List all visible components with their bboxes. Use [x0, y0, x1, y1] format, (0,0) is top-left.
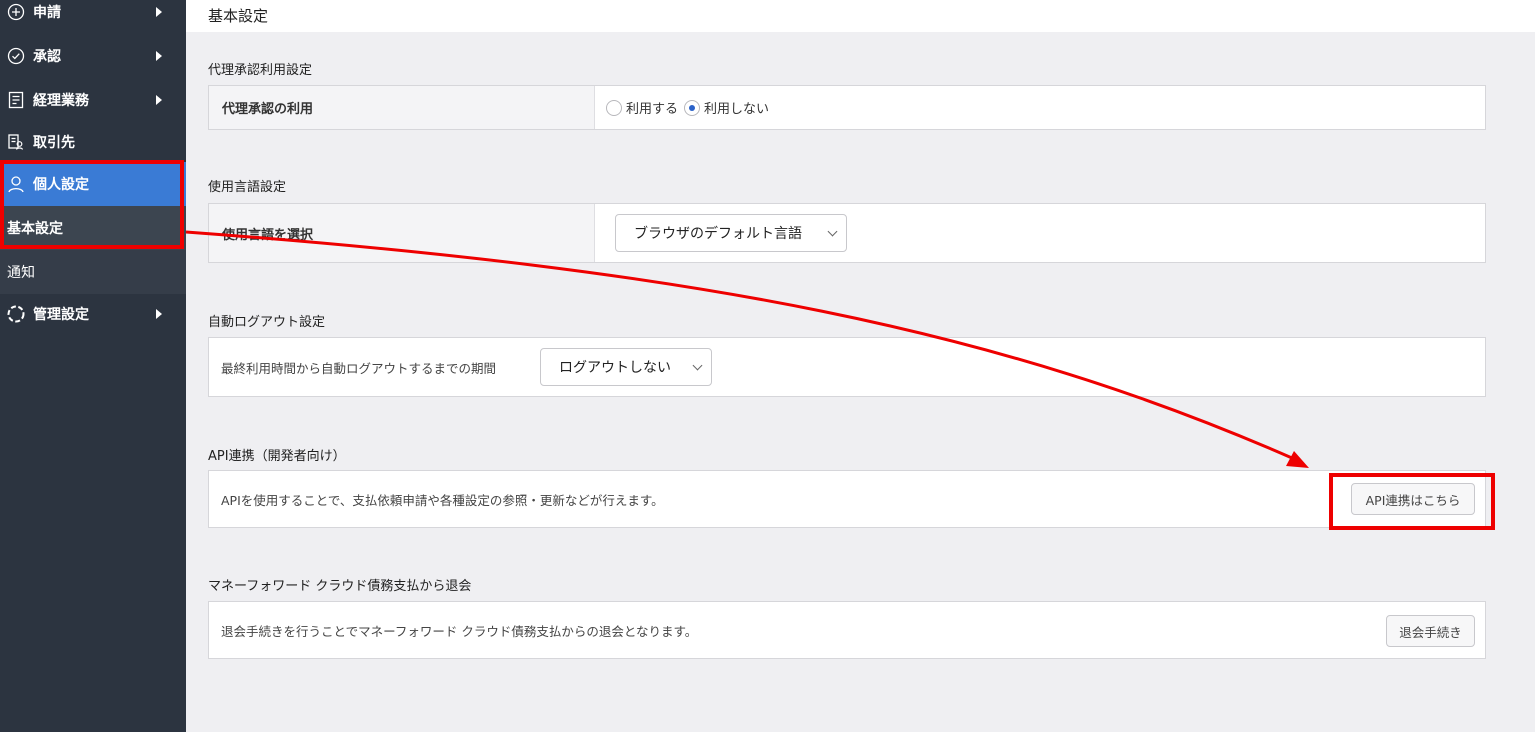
withdraw-description: 退会手続きを行うことでマネーフォワード クラウド債務支払からの退会となります。 [221, 624, 698, 639]
api-integration-button[interactable]: API連携はこちら [1351, 483, 1475, 515]
sidebar-item-label: 経理業務 [33, 93, 89, 109]
logout-select-value: ログアウトしない [559, 360, 671, 376]
section-title-api: API連携（開発者向け） [208, 449, 346, 464]
row-label-language: 使用言語を選択 [209, 204, 595, 262]
panel-logout: 最終利用時間から自動ログアウトするまでの期間 ログアウトしない [208, 337, 1486, 397]
section-title-language: 使用言語設定 [208, 180, 287, 195]
sidebar-item-label: 管理設定 [33, 307, 89, 323]
radio-not-use-label[interactable]: 利用しない [704, 98, 769, 117]
sidebar-subitem-notifications[interactable]: 通知 [0, 250, 186, 294]
header-bar: 基本設定 [186, 0, 1535, 32]
caret-right-icon [156, 309, 162, 319]
sidebar-item-label: 承認 [33, 49, 61, 65]
panel-language: 使用言語を選択 ブラウザのデフォルト言語 [208, 203, 1486, 263]
radio-use-label[interactable]: 利用する [626, 98, 678, 117]
sidebar-item-personal-settings[interactable]: 個人設定 [0, 162, 186, 206]
sidebar-item-vendors[interactable]: 取引先 [0, 120, 186, 164]
sidebar: 申請 承認 経理業務 取引先 個人設定 基本設定 通知 管理設定 [0, 0, 186, 732]
caret-right-icon [156, 95, 162, 105]
panel-proxy: 代理承認の利用 利用する 利用しない [208, 85, 1486, 130]
sidebar-item-label: 取引先 [33, 135, 75, 151]
row-label-proxy: 代理承認の利用 [209, 86, 595, 129]
radio-group-proxy: 利用する 利用しない [606, 86, 775, 129]
radio-use[interactable] [606, 99, 622, 116]
caret-right-icon [156, 7, 162, 17]
sidebar-subitem-label: 通知 [7, 265, 35, 281]
sidebar-item-label: 申請 [33, 5, 61, 21]
language-select[interactable]: ブラウザのデフォルト言語 [615, 214, 847, 252]
chevron-down-icon [692, 360, 703, 371]
document-list-icon [5, 89, 27, 111]
gear-icon [5, 303, 27, 325]
sidebar-subitem-basic-settings[interactable]: 基本設定 [0, 206, 186, 250]
vendor-icon [5, 131, 27, 153]
plus-circle-icon [5, 1, 27, 23]
caret-right-icon [156, 51, 162, 61]
withdraw-button[interactable]: 退会手続き [1386, 615, 1475, 647]
language-select-value: ブラウザのデフォルト言語 [634, 226, 802, 242]
sidebar-item-accounting[interactable]: 経理業務 [0, 78, 186, 122]
sidebar-item-apply[interactable]: 申請 [0, 0, 186, 34]
logout-select[interactable]: ログアウトしない [540, 348, 712, 386]
user-icon [5, 173, 27, 195]
chevron-down-icon [827, 226, 838, 237]
sidebar-item-admin-settings[interactable]: 管理設定 [0, 292, 186, 336]
section-title-withdraw: マネーフォワード クラウド債務支払から退会 [208, 579, 472, 594]
sidebar-item-label: 個人設定 [33, 177, 89, 193]
panel-withdraw: 退会手続きを行うことでマネーフォワード クラウド債務支払からの退会となります。 … [208, 601, 1486, 659]
sidebar-item-approve[interactable]: 承認 [0, 34, 186, 78]
sidebar-subitem-label: 基本設定 [7, 221, 63, 237]
check-circle-icon [5, 45, 27, 67]
page-title: 基本設定 [208, 7, 269, 25]
api-description: APIを使用することで、支払依頼申請や各種設定の参照・更新などが行えます。 [221, 493, 664, 508]
panel-api: APIを使用することで、支払依頼申請や各種設定の参照・更新などが行えます。 AP… [208, 470, 1486, 528]
logout-description: 最終利用時間から自動ログアウトするまでの期間 [221, 361, 497, 376]
section-title-logout: 自動ログアウト設定 [208, 315, 326, 330]
radio-not-use[interactable] [684, 99, 701, 116]
section-title-proxy: 代理承認利用設定 [208, 63, 313, 78]
